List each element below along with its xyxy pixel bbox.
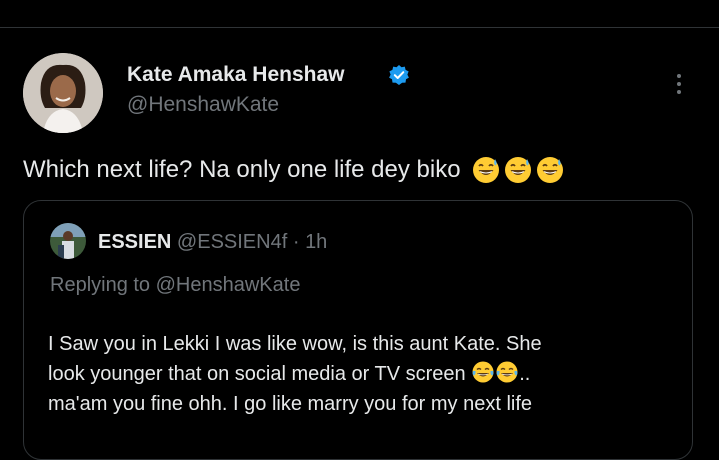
author-avatar[interactable] <box>23 53 103 133</box>
tears-of-joy-emoji-icon <box>472 361 494 383</box>
author-handle[interactable]: @HenshawKate <box>127 93 279 117</box>
quoted-author-avatar[interactable] <box>50 223 86 259</box>
quoted-line-2-text: look younger that on social media or TV … <box>48 363 466 385</box>
quoted-header: ESSIEN @ESSIEN4f · 1h <box>98 231 327 254</box>
quoted-line-3: ma'am you fine ohh. I go like marry you … <box>48 393 533 415</box>
divider <box>0 27 719 28</box>
quoted-author-handle[interactable]: @ESSIEN4f <box>177 231 287 253</box>
quoted-body: I Saw you in Lekki I was like wow, is th… <box>48 329 678 419</box>
author-name[interactable]: Kate Amaka Henshaw <box>127 63 344 87</box>
separator-dot: · <box>292 231 300 253</box>
verified-badge-icon <box>389 65 409 85</box>
replying-to-label: Replying to @HenshawKate <box>50 274 301 296</box>
quoted-tweet-card[interactable]: ESSIEN @ESSIEN4f · 1h Replying to @Hensh… <box>23 200 693 460</box>
grinning-sweat-emoji-icon <box>536 157 563 183</box>
grinning-sweat-emoji-icon <box>504 157 531 183</box>
quoted-line-2-suffix: .. <box>519 363 531 385</box>
tears-of-joy-emoji-icon <box>496 361 518 383</box>
grinning-sweat-emoji-icon <box>472 157 499 183</box>
tweet-text: Which next life? Na only one life dey bi… <box>23 155 565 185</box>
quoted-line-1: I Saw you in Lekki I was like wow, is th… <box>48 333 542 355</box>
tweet-body: Which next life? Na only one life dey bi… <box>23 156 461 183</box>
quoted-timestamp[interactable]: 1h <box>305 231 327 253</box>
quoted-author-name[interactable]: ESSIEN <box>98 231 171 253</box>
quoted-line-2: look younger that on social media or TV … <box>48 359 678 389</box>
more-options-icon[interactable] <box>666 66 692 102</box>
